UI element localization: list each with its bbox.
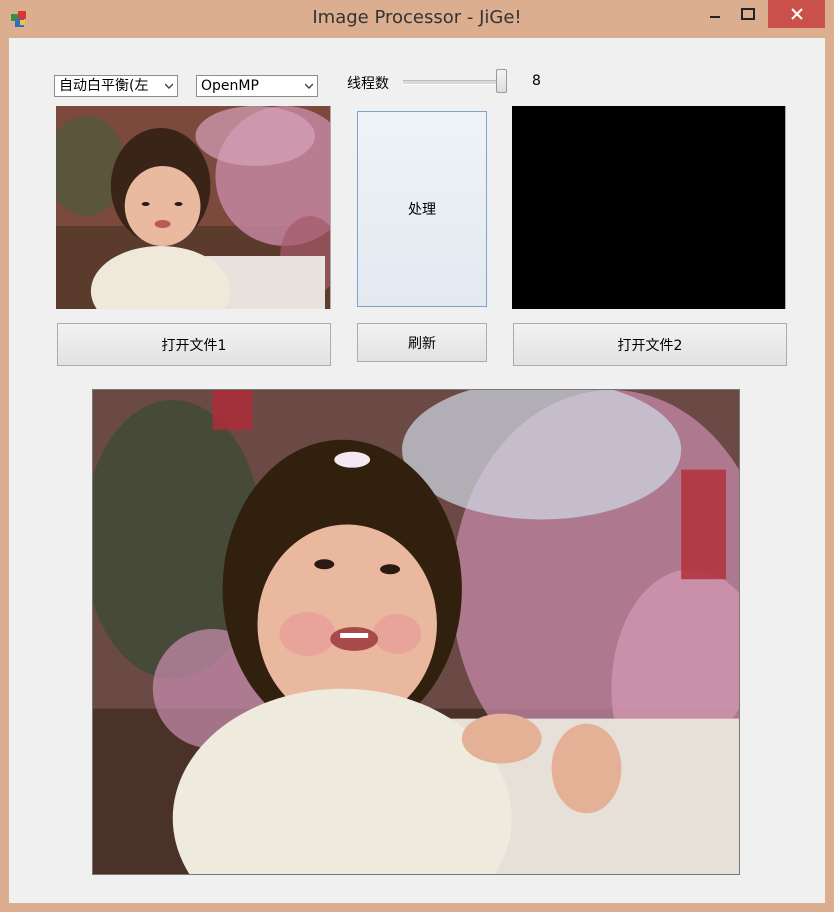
backend-select[interactable]: OpenMP	[196, 75, 318, 97]
algorithm-select-value: 自动白平衡(左	[59, 78, 149, 94]
title-bar[interactable]: Image Processor - JiGe!	[0, 0, 834, 38]
maximize-icon	[741, 8, 755, 20]
app-window: Image Processor - JiGe! 自动白平衡(左 OpenMP 线…	[0, 0, 834, 912]
close-icon	[790, 8, 803, 20]
open-file-1-button[interactable]: 打开文件1	[57, 323, 331, 366]
threads-slider-thumb[interactable]	[496, 69, 507, 93]
portrait-photo-large	[93, 390, 739, 874]
minimize-icon	[710, 16, 720, 18]
backend-select-value: OpenMP	[201, 78, 259, 94]
refresh-button[interactable]: 刷新	[357, 323, 487, 362]
portrait-photo	[56, 106, 330, 309]
minimize-button[interactable]	[700, 0, 730, 28]
client-area: 自动白平衡(左 OpenMP 线程数 8 处理 打开文件1 刷新 打开文件2	[9, 38, 825, 903]
chevron-down-icon	[305, 83, 313, 89]
process-button[interactable]: 处理	[357, 111, 487, 307]
threads-slider-track[interactable]	[403, 80, 507, 85]
threads-label: 线程数	[347, 76, 389, 92]
algorithm-select[interactable]: 自动白平衡(左	[54, 75, 178, 97]
maximize-button[interactable]	[733, 0, 763, 28]
close-button[interactable]	[768, 0, 825, 28]
chevron-down-icon	[165, 83, 173, 89]
threads-value: 8	[532, 73, 541, 89]
large-image-view	[92, 389, 740, 875]
output-image-preview	[512, 106, 786, 309]
open-file-2-button[interactable]: 打开文件2	[513, 323, 787, 366]
input-image-preview	[56, 106, 331, 309]
